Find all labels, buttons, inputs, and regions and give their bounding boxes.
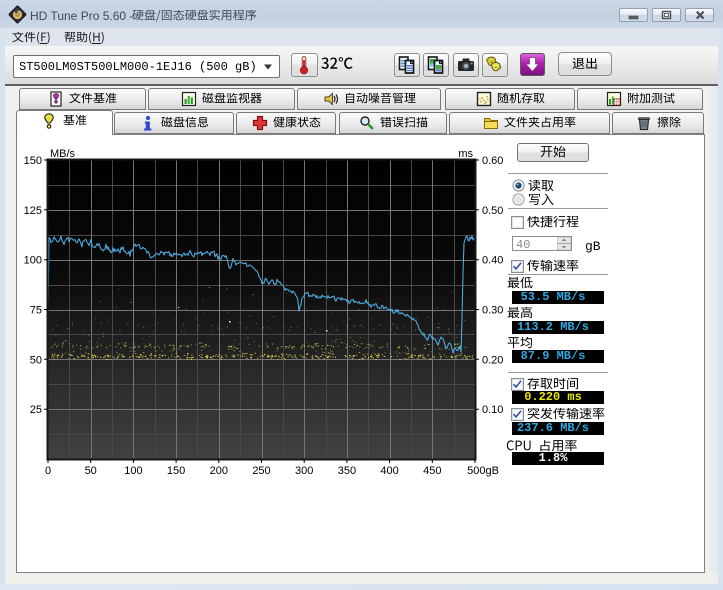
svg-text:0.60: 0.60 — [482, 155, 503, 167]
svg-text:0.40: 0.40 — [482, 255, 503, 267]
svg-text:50: 50 — [85, 465, 97, 477]
svg-text:75: 75 — [30, 305, 42, 317]
svg-text:250: 250 — [252, 465, 270, 477]
svg-text:350: 350 — [338, 465, 356, 477]
svg-text:MB/s: MB/s — [50, 148, 76, 160]
svg-text:0.10: 0.10 — [482, 404, 503, 416]
svg-text:450: 450 — [423, 465, 441, 477]
svg-text:150: 150 — [24, 155, 42, 167]
svg-text:0.30: 0.30 — [482, 305, 503, 317]
svg-text:125: 125 — [24, 205, 42, 217]
svg-text:0.20: 0.20 — [482, 354, 503, 366]
svg-text:ms: ms — [458, 148, 473, 160]
svg-text:500gB: 500gB — [467, 465, 499, 477]
svg-text:150: 150 — [167, 465, 185, 477]
svg-text:100: 100 — [124, 465, 142, 477]
svg-text:100: 100 — [24, 255, 42, 267]
svg-text:0.50: 0.50 — [482, 205, 503, 217]
svg-text:0: 0 — [45, 465, 51, 477]
svg-text:25: 25 — [30, 404, 42, 416]
svg-text:200: 200 — [210, 465, 228, 477]
svg-text:50: 50 — [30, 354, 42, 366]
svg-text:300: 300 — [295, 465, 313, 477]
svg-text:400: 400 — [380, 465, 398, 477]
